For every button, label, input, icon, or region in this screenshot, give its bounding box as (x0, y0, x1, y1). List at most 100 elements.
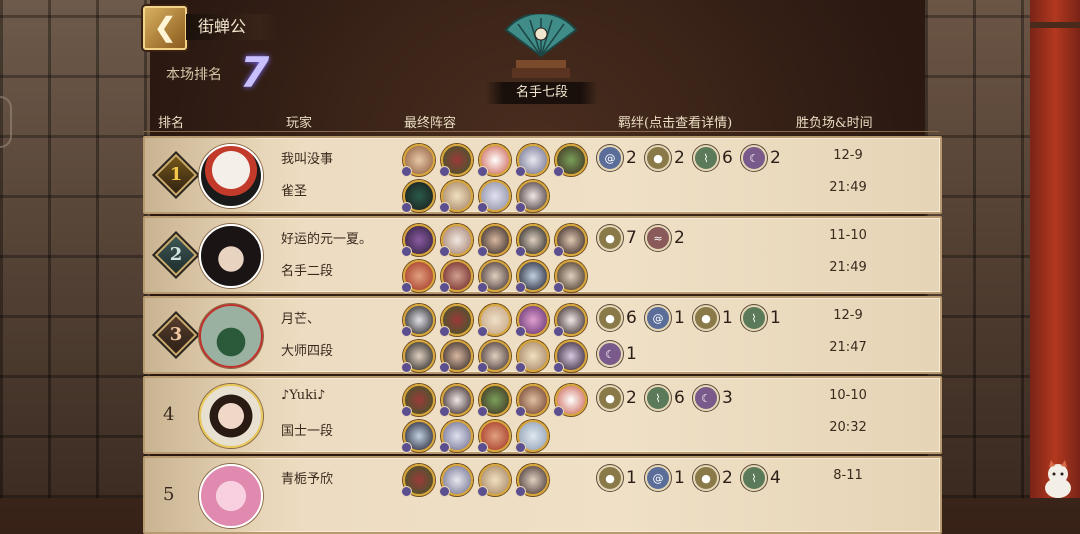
player-row[interactable]: 4 ♪Yuki♪ 国士一段 ● 2 ⌇ 6 ☾ 3 10-10 20:32 (143, 376, 942, 454)
unit-portrait[interactable] (439, 260, 473, 293)
player-row[interactable]: 3 月芒、 大师四段 ● 6 @1 ● 1 ⌇ 1 ☾ 1 12-9 21:47 (143, 296, 942, 374)
unit-portrait[interactable] (401, 304, 435, 337)
player-row[interactable]: 1 我叫没事 雀圣 @2 ● 2 ⌇ 6 ☾ 2 12-9 21:49 (143, 136, 942, 214)
player-row[interactable]: 5 青栀予欣 ● 1 @1 ● 2 ⌇ 4 8-11 (143, 456, 942, 534)
moon-bond-icon: ☾ (597, 341, 623, 367)
leaf-bond-icon: ⌇ (741, 465, 767, 491)
player-row[interactable]: 2 好运的元一夏。 名手二段 ● 7 ≈2 11-10 21:49 (143, 216, 942, 294)
unit-portrait[interactable] (401, 340, 435, 373)
bond-entry[interactable]: @1 (645, 465, 685, 491)
unit-portrait[interactable] (553, 384, 587, 417)
unit-portrait[interactable] (515, 224, 549, 257)
player-name: 我叫没事 (281, 152, 334, 167)
match-time: 21:49 (829, 180, 867, 195)
unit-portrait[interactable] (515, 420, 549, 453)
unit-portrait[interactable] (439, 304, 473, 337)
avatar[interactable] (199, 144, 263, 208)
unit-portrait[interactable] (477, 180, 511, 213)
unit-portrait[interactable] (477, 224, 511, 257)
mask-bond-icon: ● (693, 465, 719, 491)
unit-portrait[interactable] (401, 224, 435, 257)
win-loss: 10-10 (829, 388, 867, 403)
avatar[interactable] (199, 224, 263, 288)
bond-entry[interactable]: ● 6 (597, 305, 637, 331)
unit-portrait[interactable] (439, 340, 473, 373)
tier-banner: 名手七段 (486, 82, 598, 104)
column-rank: 排名 (158, 116, 185, 131)
swirl-bond-icon: @ (597, 145, 623, 171)
back-arrow-icon[interactable]: ❮ (143, 6, 187, 50)
match-time: 20:32 (829, 420, 867, 435)
unit-portrait[interactable] (401, 180, 435, 213)
unit-portrait[interactable] (515, 304, 549, 337)
unit-portrait[interactable] (515, 260, 549, 293)
unit-portrait[interactable] (401, 420, 435, 453)
column-result-time: 胜负场&时间 (796, 116, 873, 131)
bond-entry[interactable]: ☾ 1 (597, 341, 637, 367)
unit-portrait[interactable] (477, 384, 511, 417)
bond-entry[interactable]: @2 (597, 145, 637, 171)
unit-portrait[interactable] (401, 260, 435, 293)
bond-entry[interactable]: ● 2 (597, 385, 637, 411)
unit-portrait[interactable] (477, 464, 511, 497)
avatar[interactable] (199, 304, 263, 368)
unit-portrait[interactable] (439, 224, 473, 257)
bond-entry[interactable]: ● 1 (693, 305, 733, 331)
unit-portrait[interactable] (401, 384, 435, 417)
unit-portrait[interactable] (477, 260, 511, 293)
bond-entry[interactable]: ● 2 (693, 465, 733, 491)
bond-entry[interactable]: ⌇ 6 (645, 385, 685, 411)
leaf-bond-icon: ⌇ (741, 305, 767, 331)
unit-portrait[interactable] (439, 144, 473, 177)
bond-entry[interactable]: @1 (645, 305, 685, 331)
unit-portrait[interactable] (477, 340, 511, 373)
unit-portrait[interactable] (439, 464, 473, 497)
bond-entry[interactable]: ≈2 (645, 225, 685, 251)
player-tier: 名手二段 (281, 264, 334, 279)
unit-portrait[interactable] (401, 464, 435, 497)
unit-portrait[interactable] (553, 224, 587, 257)
unit-portrait[interactable] (477, 420, 511, 453)
win-loss: 8-11 (833, 468, 863, 483)
match-time: 21:47 (829, 340, 867, 355)
bond-entry[interactable]: ⌇ 4 (741, 465, 781, 491)
unit-portrait[interactable] (553, 304, 587, 337)
unit-portrait[interactable] (477, 144, 511, 177)
rank-number: 5 (163, 484, 175, 505)
unit-portrait[interactable] (439, 180, 473, 213)
cat-mascot-icon (1045, 460, 1071, 498)
leaf-bond-icon: ⌇ (693, 145, 719, 171)
paper-fan-trophy-icon (504, 14, 578, 78)
side-tab-handle[interactable] (0, 96, 12, 148)
flame-bond-icon: ≈ (645, 225, 671, 251)
mask-bond-icon: ● (693, 305, 719, 331)
unit-portrait[interactable] (515, 464, 549, 497)
bond-entry[interactable]: ⌇ 6 (693, 145, 733, 171)
unit-portrait[interactable] (439, 420, 473, 453)
unit-portrait[interactable] (439, 384, 473, 417)
unit-portrait[interactable] (515, 340, 549, 373)
unit-portrait[interactable] (401, 144, 435, 177)
bond-entry[interactable]: ⌇ 1 (741, 305, 781, 331)
bond-entry[interactable]: ● 1 (597, 465, 637, 491)
unit-portrait[interactable] (477, 304, 511, 337)
bond-entry[interactable]: ☾ 2 (741, 145, 781, 171)
unit-portrait[interactable] (515, 144, 549, 177)
unit-portrait[interactable] (553, 340, 587, 373)
win-loss: 12-9 (833, 148, 863, 163)
bond-entry[interactable]: ● 2 (645, 145, 685, 171)
red-pillar (1030, 0, 1080, 498)
avatar[interactable] (199, 384, 263, 448)
unit-portrait[interactable] (553, 144, 587, 177)
bond-entry[interactable]: ☾ 3 (693, 385, 733, 411)
unit-portrait[interactable] (553, 260, 587, 293)
unit-portrait[interactable] (515, 384, 549, 417)
bond-entry[interactable]: ● 7 (597, 225, 637, 251)
unit-portrait[interactable] (515, 180, 549, 213)
mask-bond-icon: ● (597, 305, 623, 331)
column-player: 玩家 (286, 116, 313, 131)
mask-bond-icon: ● (597, 225, 623, 251)
column-bonds: 羁绊(点击查看详情) (618, 116, 733, 131)
rank-value: 7 (240, 48, 270, 97)
avatar[interactable] (199, 464, 263, 528)
